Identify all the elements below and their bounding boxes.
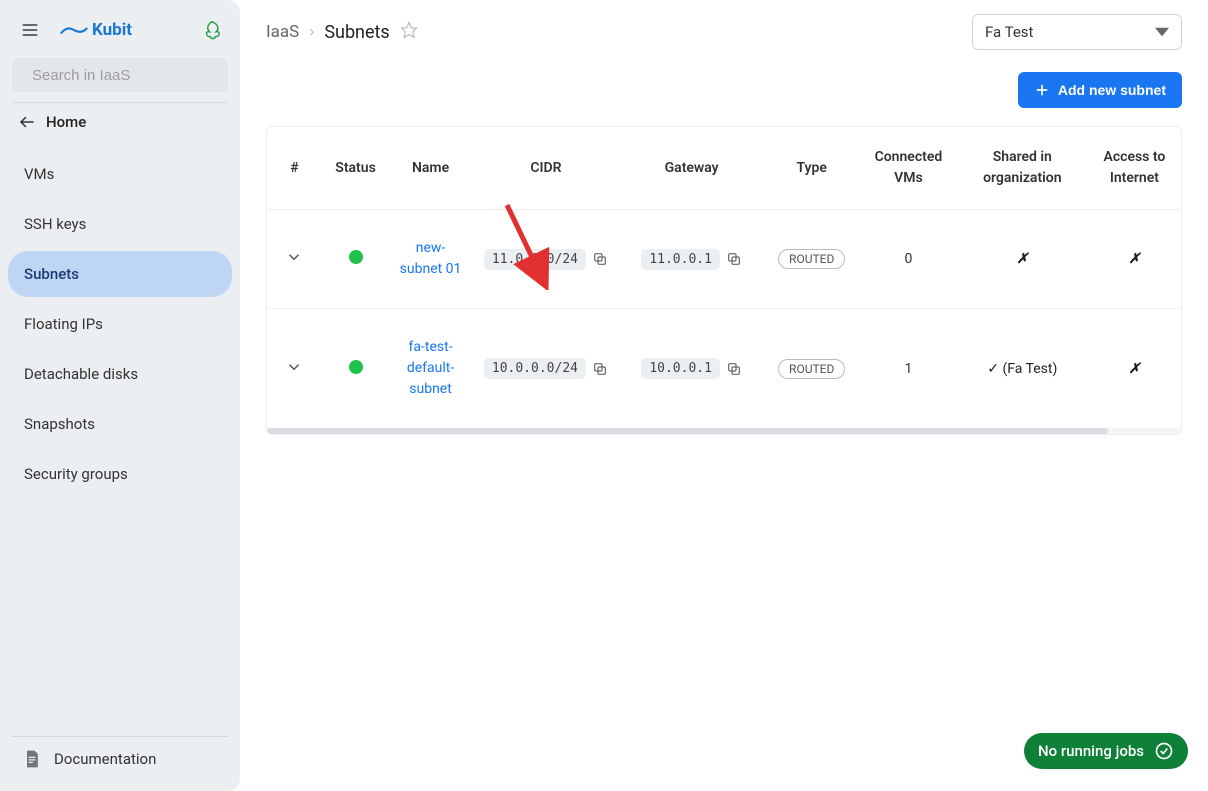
shared-value: ✓ (Fa Test) bbox=[987, 361, 1057, 377]
main-content: IaaS › Subnets Fa Test Add new subnet bbox=[240, 0, 1208, 791]
access-value: ✗ bbox=[1129, 361, 1141, 377]
chevron-down-icon bbox=[285, 248, 303, 266]
status-indicator bbox=[349, 360, 363, 374]
arrow-left-icon bbox=[18, 113, 36, 131]
home-label: Home bbox=[46, 113, 86, 131]
gateway-value: 10.0.0.1 bbox=[641, 358, 720, 379]
table-header-row: # Status Name CIDR Gateway Type Connecte… bbox=[267, 127, 1181, 210]
breadcrumb-current: Subnets bbox=[324, 22, 389, 43]
connected-vms-value: 0 bbox=[860, 210, 957, 309]
brand-wave-icon bbox=[60, 22, 88, 38]
add-subnet-button[interactable]: Add new subnet bbox=[1018, 72, 1182, 108]
plus-icon bbox=[1034, 82, 1050, 98]
toolbar: Add new subnet bbox=[266, 72, 1182, 108]
documentation-link[interactable]: Documentation bbox=[12, 736, 228, 781]
sidebar-item-ssh-keys[interactable]: SSH keys bbox=[8, 201, 232, 247]
col-gateway: Gateway bbox=[620, 127, 763, 210]
sidebar-item-floating-ips[interactable]: Floating IPs bbox=[8, 301, 232, 347]
menu-toggle-button[interactable] bbox=[14, 14, 46, 46]
chevron-right-icon: › bbox=[309, 22, 314, 42]
favorite-button[interactable] bbox=[400, 21, 418, 44]
gateway-value: 11.0.0.1 bbox=[641, 249, 720, 270]
connected-vms-value: 1 bbox=[860, 309, 957, 429]
brand-text: Kubit bbox=[92, 20, 132, 40]
project-select-value: Fa Test bbox=[985, 23, 1033, 41]
table-horizontal-scrollbar[interactable] bbox=[267, 428, 1181, 434]
col-status: Status bbox=[322, 127, 389, 210]
sidebar-item-snapshots[interactable]: Snapshots bbox=[8, 401, 232, 447]
top-bar: IaaS › Subnets Fa Test bbox=[266, 14, 1182, 50]
table-row: fa-test-default-subnet 10.0.0.0/24 bbox=[267, 309, 1181, 429]
subnet-name-link[interactable]: fa-test-default-subnet bbox=[407, 339, 454, 397]
col-name: Name bbox=[389, 127, 472, 210]
row-expand-button[interactable] bbox=[285, 358, 303, 376]
copy-icon bbox=[592, 251, 608, 267]
type-badge: ROUTED bbox=[778, 359, 845, 379]
search-input[interactable] bbox=[32, 67, 231, 84]
shared-value: ✗ bbox=[1016, 251, 1028, 267]
sidebar-item-detachable-disks[interactable]: Detachable disks bbox=[8, 351, 232, 397]
col-type: Type bbox=[763, 127, 860, 210]
table-row: new-subnet 01 11.0.0.0/24 11.0. bbox=[267, 210, 1181, 309]
subnets-table: # Status Name CIDR Gateway Type Connecte… bbox=[266, 126, 1182, 435]
col-access: Access to Internet bbox=[1088, 127, 1181, 210]
sidebar-item-vms[interactable]: VMs bbox=[8, 151, 232, 197]
row-expand-button[interactable] bbox=[285, 248, 303, 266]
jobs-status-chip[interactable]: No running jobs bbox=[1024, 733, 1188, 769]
check-circle-icon bbox=[1154, 741, 1174, 761]
status-indicator bbox=[349, 250, 363, 264]
subnet-name-link[interactable]: new-subnet 01 bbox=[400, 240, 462, 277]
copy-icon bbox=[592, 361, 608, 377]
partner-icon[interactable] bbox=[202, 19, 224, 41]
documentation-label: Documentation bbox=[54, 750, 156, 768]
type-badge: ROUTED bbox=[778, 249, 845, 269]
jobs-status-label: No running jobs bbox=[1038, 742, 1144, 760]
sidebar-header: Kubit bbox=[8, 10, 232, 56]
cidr-value: 10.0.0.0/24 bbox=[484, 358, 586, 379]
caret-down-icon bbox=[1155, 25, 1169, 39]
document-icon bbox=[22, 749, 42, 769]
project-select[interactable]: Fa Test bbox=[972, 14, 1182, 50]
sidebar: Kubit Home VMs SSH keys Subnets Floating… bbox=[0, 0, 240, 791]
copy-cidr-button[interactable] bbox=[592, 361, 608, 377]
col-number: # bbox=[267, 127, 322, 210]
breadcrumb: IaaS › Subnets bbox=[266, 21, 418, 44]
copy-cidr-button[interactable] bbox=[592, 251, 608, 267]
sidebar-nav: VMs SSH keys Subnets Floating IPs Detach… bbox=[8, 151, 232, 497]
chevron-down-icon bbox=[285, 358, 303, 376]
access-value: ✗ bbox=[1129, 251, 1141, 267]
add-subnet-label: Add new subnet bbox=[1058, 82, 1166, 98]
cidr-value: 11.0.0.0/24 bbox=[484, 249, 586, 270]
breadcrumb-root[interactable]: IaaS bbox=[266, 22, 299, 42]
col-connected-vms: Connected VMs bbox=[860, 127, 957, 210]
copy-icon bbox=[726, 361, 742, 377]
sidebar-item-subnets[interactable]: Subnets bbox=[8, 251, 232, 297]
hamburger-icon bbox=[20, 20, 40, 40]
top-bar-right: Fa Test bbox=[972, 14, 1182, 50]
col-shared: Shared in organization bbox=[957, 127, 1088, 210]
star-icon bbox=[400, 21, 418, 39]
copy-gateway-button[interactable] bbox=[726, 251, 742, 267]
brand-logo[interactable]: Kubit bbox=[60, 20, 132, 40]
copy-icon bbox=[726, 251, 742, 267]
sidebar-item-security-groups[interactable]: Security groups bbox=[8, 451, 232, 497]
copy-gateway-button[interactable] bbox=[726, 361, 742, 377]
col-cidr: CIDR bbox=[472, 127, 620, 210]
home-link[interactable]: Home bbox=[12, 102, 228, 141]
sidebar-search[interactable] bbox=[12, 58, 228, 92]
